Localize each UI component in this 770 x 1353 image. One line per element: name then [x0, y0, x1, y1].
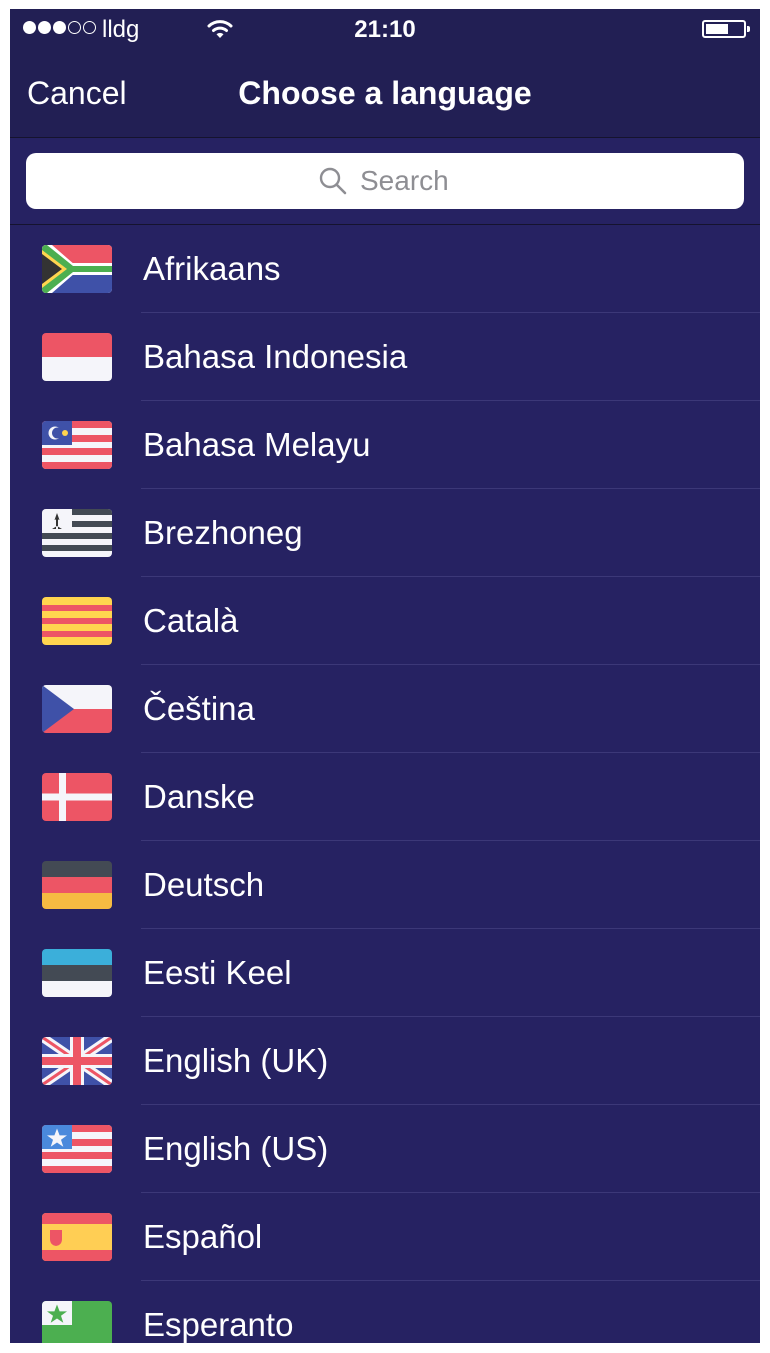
- language-row-catala[interactable]: Català: [10, 577, 760, 665]
- language-label: Danske: [143, 778, 255, 815]
- page-title: Choose a language: [238, 75, 532, 111]
- de-flag-icon: [42, 861, 112, 909]
- language-label: Español: [143, 1218, 263, 1255]
- language-label: English (UK): [143, 1042, 329, 1079]
- language-row-bahasa-indonesia[interactable]: Bahasa Indonesia: [10, 313, 760, 401]
- language-row-espanol[interactable]: Español: [10, 1193, 760, 1281]
- za-flag-icon: [42, 245, 112, 293]
- language-row-brezhoneg[interactable]: Brezhoneg: [10, 489, 760, 577]
- language-label: Eesti Keel: [143, 954, 292, 991]
- id-flag-icon: [42, 333, 112, 381]
- search-input[interactable]: [26, 153, 744, 209]
- language-row-cestina[interactable]: Čeština: [10, 665, 760, 753]
- navigation-bar: Cancel Choose a language: [10, 49, 760, 137]
- catalonia-flag-icon: [42, 597, 112, 645]
- search-box[interactable]: [26, 153, 744, 209]
- header: lldg 21:10 Cancel Choose a language: [10, 9, 760, 137]
- battery-icon: [702, 20, 750, 38]
- language-label: Deutsch: [143, 866, 265, 903]
- language-picker-screen: lldg 21:10 Cancel Choose a language Sear…: [10, 9, 760, 1343]
- language-label: Brezhoneg: [143, 514, 303, 551]
- language-row-danske[interactable]: Danske: [10, 753, 760, 841]
- gb-flag-icon: [42, 1037, 112, 1085]
- language-row-bahasa-melayu[interactable]: Bahasa Melayu: [10, 401, 760, 489]
- language-label: English (US): [143, 1130, 329, 1167]
- language-label: Bahasa Indonesia: [143, 338, 408, 375]
- status-time: 21:10: [354, 16, 416, 43]
- my-flag-icon: [42, 421, 112, 469]
- language-label: Esperanto: [143, 1306, 294, 1343]
- language-label: Čeština: [143, 690, 255, 727]
- language-label: Bahasa Melayu: [143, 426, 371, 463]
- language-row-afrikaans[interactable]: Afrikaans: [10, 225, 760, 313]
- search-bar: [10, 138, 760, 224]
- es-flag-icon: [42, 1213, 112, 1261]
- language-list: Afrikaans Bahasa Indonesia Bahasa Melayu…: [10, 225, 760, 1343]
- us-flag-icon: [42, 1125, 112, 1173]
- cz-flag-icon: [42, 685, 112, 733]
- status-bar: lldg 21:10: [10, 9, 760, 49]
- language-label: Afrikaans: [143, 250, 281, 287]
- language-row-english-us[interactable]: English (US): [10, 1105, 760, 1193]
- esperanto-flag-icon: [42, 1301, 112, 1343]
- dk-flag-icon: [42, 773, 112, 821]
- ee-flag-icon: [42, 949, 112, 997]
- language-row-esperanto[interactable]: Esperanto: [10, 1281, 760, 1343]
- brittany-flag-icon: [42, 509, 112, 557]
- language-label: Català: [143, 602, 239, 639]
- language-row-english-uk[interactable]: English (UK): [10, 1017, 760, 1105]
- language-row-deutsch[interactable]: Deutsch: [10, 841, 760, 929]
- language-row-eesti-keel[interactable]: Eesti Keel: [10, 929, 760, 1017]
